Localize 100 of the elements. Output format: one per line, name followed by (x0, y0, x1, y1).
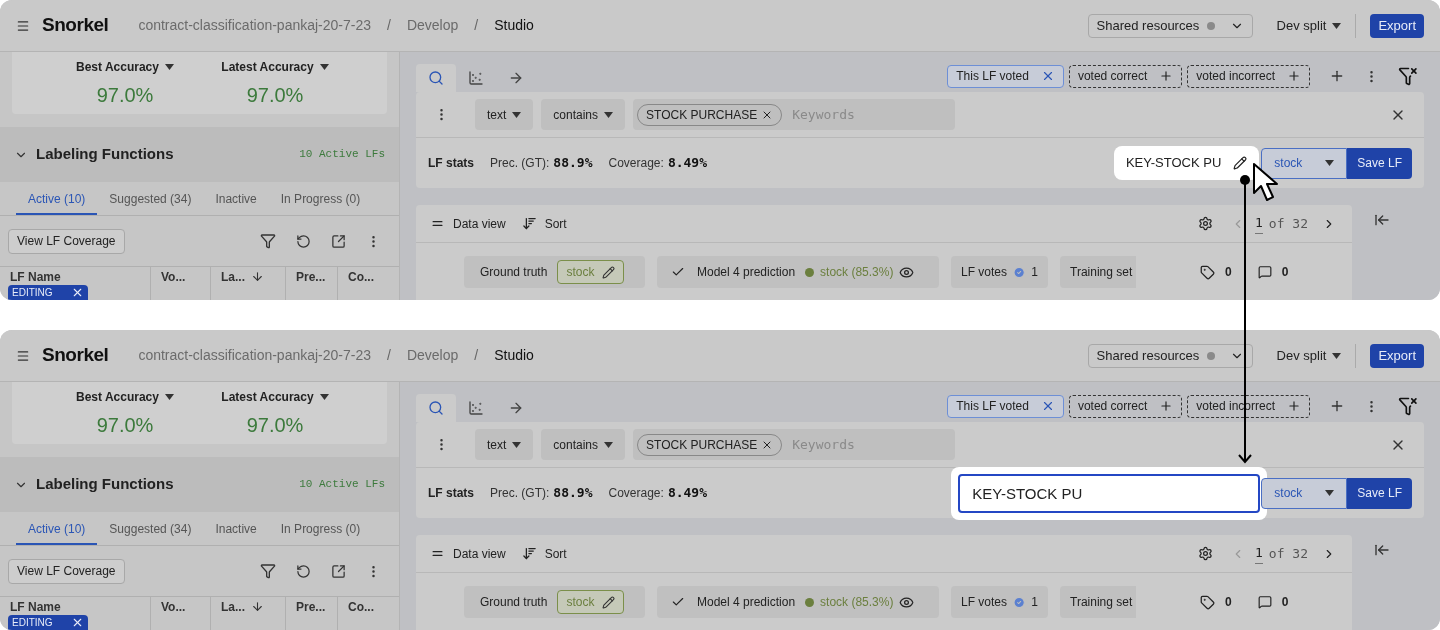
split-select[interactable]: Dev split (1276, 15, 1342, 36)
field-select[interactable]: text (475, 429, 534, 460)
breadcrumb-separator: / (474, 16, 479, 35)
vote-filter-chip[interactable]: This LF voted (947, 394, 1064, 418)
label-select[interactable]: stock (1261, 147, 1348, 179)
open-external-icon[interactable] (331, 233, 346, 249)
caret-icon (164, 394, 174, 400)
lf-name-input[interactable]: KEY-STOCK PU (958, 473, 1261, 513)
check-icon (671, 265, 685, 279)
comment-icon[interactable] (1257, 595, 1272, 609)
lf-tab[interactable]: Inactive (203, 184, 269, 216)
breadcrumb-link[interactable]: Studio (494, 345, 534, 366)
eye-icon[interactable] (899, 264, 915, 280)
caret-icon (512, 441, 522, 448)
breadcrumb-link[interactable]: Studio (494, 15, 534, 36)
pencil-icon (602, 265, 616, 279)
column-header[interactable]: Co... (348, 599, 374, 615)
accuracy-dropdown[interactable]: Latest Accuracy (221, 58, 329, 76)
open-external-icon[interactable] (331, 563, 346, 579)
lf-tab[interactable]: In Progress (0) (268, 514, 373, 546)
column-header[interactable]: Co... (348, 269, 374, 285)
collapse-icon[interactable] (1374, 212, 1390, 228)
breadcrumb-separator: / (387, 346, 391, 365)
section-title: Labeling Functions (36, 474, 174, 495)
filter-icon[interactable] (260, 233, 276, 250)
sort-button[interactable]: Sort (521, 214, 567, 233)
plus-icon (1287, 399, 1301, 413)
vote-filter-chip[interactable]: voted correct (1068, 64, 1183, 88)
column-header[interactable]: Vo... (161, 269, 186, 285)
filter-icon[interactable] (260, 563, 276, 580)
eye-icon[interactable] (899, 594, 915, 610)
precision-value: 88.9% (553, 154, 593, 173)
shared-resources-select[interactable]: Shared resources (1087, 13, 1253, 38)
lf-tab[interactable]: Active (10) (16, 184, 98, 216)
operator-select[interactable]: contains (541, 429, 626, 460)
label-select[interactable]: stock (1261, 477, 1348, 509)
close-icon[interactable] (71, 616, 84, 629)
accuracy-value: 97.0% (246, 413, 304, 438)
column-header[interactable]: Vo... (161, 599, 186, 615)
view-tab[interactable] (416, 394, 456, 422)
settings-icon[interactable] (1198, 546, 1214, 561)
plus-icon (1159, 399, 1174, 413)
data-view-button[interactable]: Data view (430, 544, 506, 563)
view-coverage-button[interactable]: View LF Coverage (8, 558, 125, 584)
ground-truth-field: Ground truth stock (464, 586, 645, 618)
sort-button[interactable]: Sort (521, 544, 567, 563)
plus-icon (1159, 69, 1174, 83)
tag-icon[interactable] (1200, 264, 1215, 280)
undo-icon[interactable] (296, 233, 311, 249)
accuracy-dropdown[interactable]: Latest Accuracy (221, 388, 329, 406)
lf-tab[interactable]: Suggested (34) (97, 514, 204, 546)
editing-badge: EDITING (8, 285, 88, 300)
column-header[interactable]: La... (221, 599, 264, 615)
vote-filter-chip[interactable]: voted correct (1068, 394, 1183, 418)
tag-icon[interactable] (1200, 594, 1215, 610)
lf-tab[interactable]: Active (10) (16, 514, 98, 546)
sort-arrow-icon (251, 600, 264, 614)
lf-tab[interactable]: Suggested (34) (97, 184, 204, 216)
view-tab[interactable] (416, 64, 456, 92)
save-lf-button[interactable]: Save LF (1347, 147, 1412, 179)
shared-resources-select[interactable]: Shared resources (1087, 343, 1253, 368)
collapse-icon[interactable] (1374, 542, 1390, 558)
menu-icon[interactable] (16, 18, 30, 33)
settings-icon[interactable] (1198, 216, 1214, 231)
column-header[interactable]: La... (221, 269, 264, 285)
column-header[interactable]: LF Name (10, 599, 61, 615)
page-input[interactable]: 1 (1255, 543, 1263, 564)
page-input[interactable]: 1 (1255, 213, 1263, 234)
save-lf-button[interactable]: Save LF (1347, 477, 1412, 509)
lf-stats-title: LF stats (428, 485, 474, 502)
add-icon[interactable] (1329, 398, 1345, 414)
training-set-field: Training set (1060, 586, 1136, 618)
section-title: Labeling Functions (36, 144, 174, 165)
operator-select[interactable]: contains (541, 99, 626, 130)
tag-count: 0 (1225, 594, 1232, 611)
accuracy-dropdown[interactable]: Best Accuracy (76, 58, 174, 76)
column-header[interactable]: Pre... (296, 599, 326, 615)
view-coverage-button[interactable]: View LF Coverage (8, 228, 125, 254)
close-icon[interactable] (71, 286, 84, 299)
lf-name-edit-button[interactable]: KEY-STOCK PU (1113, 146, 1260, 180)
lf-tab[interactable]: Inactive (203, 514, 269, 546)
field-select[interactable]: text (475, 99, 534, 130)
add-icon[interactable] (1329, 68, 1345, 84)
export-button[interactable]: Export (1370, 343, 1424, 368)
menu-icon[interactable] (16, 348, 30, 363)
data-view-button[interactable]: Data view (430, 214, 506, 233)
undo-icon[interactable] (296, 563, 311, 579)
comment-icon[interactable] (1257, 265, 1272, 279)
vote-filter-chip[interactable]: This LF voted (947, 64, 1064, 88)
column-header[interactable]: LF Name (10, 269, 61, 285)
ground-truth-field: Ground truth stock (464, 256, 645, 288)
clear-filter-icon[interactable] (1398, 66, 1418, 86)
export-button[interactable]: Export (1370, 13, 1424, 38)
vote-filter-chip[interactable]: voted incorrect (1187, 64, 1310, 88)
lf-tab[interactable]: In Progress (0) (268, 184, 373, 216)
column-header[interactable]: Pre... (296, 269, 326, 285)
comment-count: 0 (1281, 594, 1289, 611)
accuracy-dropdown[interactable]: Best Accuracy (76, 388, 174, 406)
split-select[interactable]: Dev split (1276, 345, 1342, 366)
clear-filter-icon[interactable] (1398, 396, 1418, 416)
